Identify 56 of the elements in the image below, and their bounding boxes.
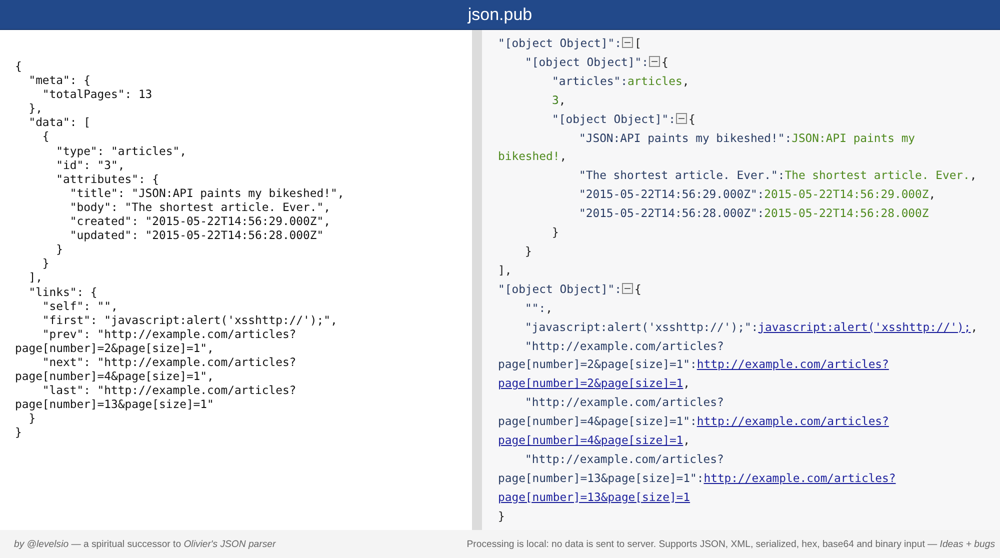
info-text: Processing is local: no data is sent to server. Supports JSON, XML, serialized, hex, base64 and binary input — Ideas + bugs [466, 538, 995, 550]
collapse-icon[interactable] [676, 112, 688, 124]
app-title: json.pub [468, 4, 532, 24]
punctuation: , [683, 433, 690, 448]
json-value: articles [627, 74, 682, 88]
json-link[interactable]: javascript:alert('xsshttp://'); [758, 320, 971, 334]
punctuation: , [970, 168, 977, 182]
json-value: The shortest article. Ever. [784, 168, 970, 182]
json-value: 2015-05-22T14:56:28.000Z [764, 206, 929, 220]
json-key: "[object Object]": [498, 282, 622, 296]
bracket: } [498, 508, 505, 523]
bracket: } [552, 225, 559, 240]
json-key: "http://example.com/articles? [525, 338, 724, 352]
json-link[interactable]: http://example.com/articles? [696, 414, 889, 428]
json-key: "": [525, 300, 546, 315]
bracket: { [634, 282, 642, 296]
collapse-icon[interactable] [622, 282, 634, 294]
json-link[interactable]: page[number]=13&page[size]=1 [498, 490, 690, 504]
json-value: JSON:API paints my [792, 130, 916, 145]
json-key: "[object Object]": [525, 54, 648, 69]
collapse-icon[interactable] [622, 37, 634, 48]
credit-text: by @levelsio — a spiritual successor to Olivier's JSON parser [14, 538, 276, 550]
bracket: { [661, 54, 668, 69]
bracket: } [525, 244, 532, 258]
punctuation: , [560, 149, 567, 164]
json-value: 2015-05-22T14:56:29.000Z [764, 187, 929, 202]
json-key: page[number]=13&page[size]=1": [498, 470, 704, 485]
bracket: ], [498, 262, 512, 277]
punctuation: , [558, 92, 566, 107]
json-key: "[object Object]": [498, 36, 622, 50]
json-value: 3 [552, 92, 559, 107]
json-key: page[number]=4&page[size]=1": [498, 414, 697, 428]
json-key: "http://example.com/articles? [525, 395, 724, 410]
json-key: page[number]=2&page[size]=1": [498, 357, 697, 372]
json-key: "http://example.com/articles? [525, 452, 724, 466]
json-link[interactable]: http://example.com/articles? [696, 357, 889, 372]
json-link[interactable]: http://example.com/articles? [704, 470, 896, 485]
json-key: "[object Object]": [552, 112, 676, 126]
punctuation: , [683, 376, 690, 390]
json-key: "JSON:API paints my bikeshed!": [579, 130, 792, 145]
punctuation: , [546, 300, 552, 315]
collapse-icon[interactable] [649, 56, 660, 67]
json-key: "articles": [552, 74, 628, 88]
json-key: "javascript:alert('xsshttp://');": [525, 320, 758, 334]
punctuation: , [682, 74, 690, 88]
bracket: [ [634, 36, 642, 50]
json-value: bikeshed! [498, 149, 560, 164]
json-key: "2015-05-22T14:56:28.000Z": [579, 206, 764, 220]
json-input-field[interactable]: { "meta": { "totalPages": 13 }, "data": [ { "type": "articles", "id": "3", "attributes": { "title": "JSON:API paints my bikeshed!", "body": "The shortest article. Ever.", "created": "2015-05-22T14:56:29.000Z", "updated": "2015-05-22T14:56:28.000Z" } } ], "links": { "self": "", "first": "javascript:alert('xsshttp://');", "prev": "http://example.com/articles? page[number]=2&page[size]=1", "next": "http://example.com/articles? page[number]=4&page[size]=1", "last": "http://example.com/articles? page[number]=13&page[size]=1" } } [15, 59, 472, 440]
json-link[interactable]: page[number]=2&page[size]=1 [498, 376, 684, 390]
punctuation: , [928, 187, 936, 202]
punctuation: , [970, 320, 978, 334]
json-key: "The shortest article. Ever.": [579, 168, 785, 182]
bracket: { [688, 112, 696, 126]
json-key: "2015-05-22T14:56:29.000Z": [579, 187, 764, 202]
json-link[interactable]: page[number]=4&page[size]=1 [498, 433, 684, 448]
